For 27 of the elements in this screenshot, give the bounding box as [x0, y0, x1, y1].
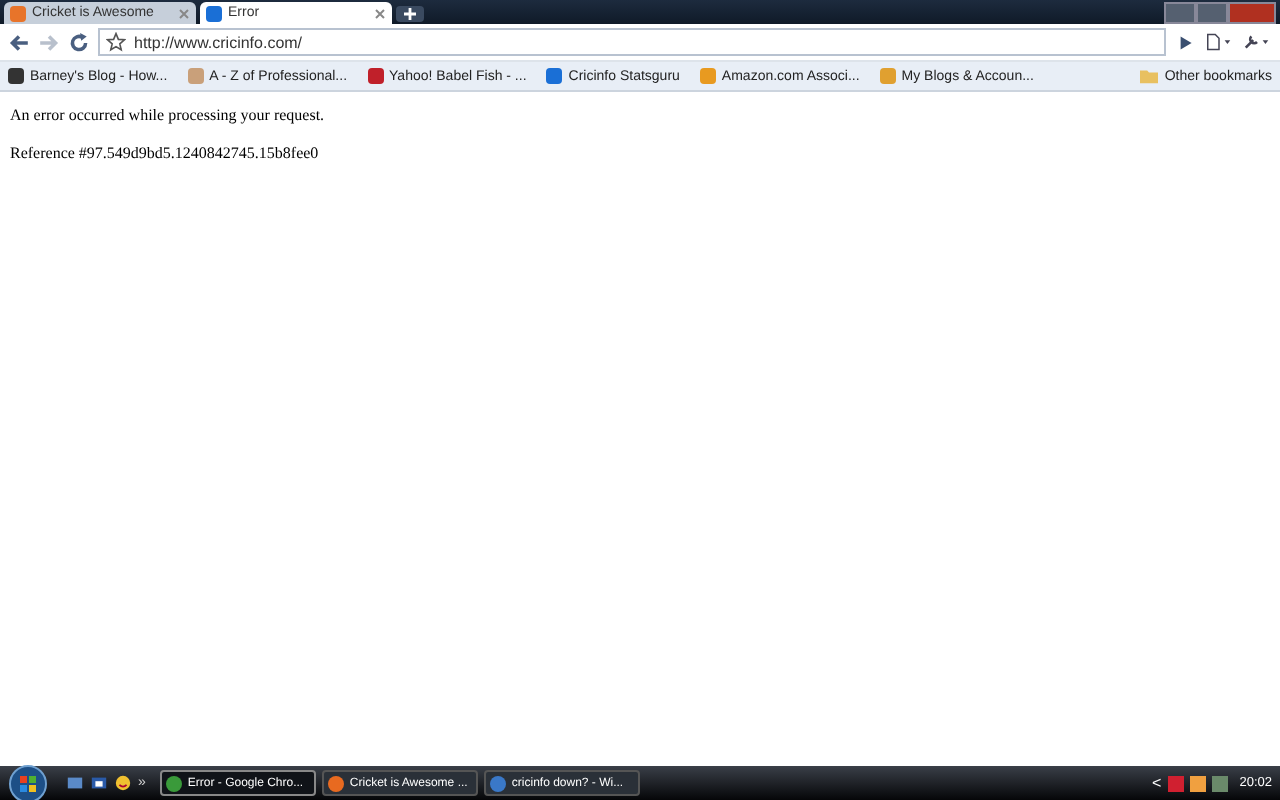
- favicon-icon: [8, 68, 24, 84]
- new-tab-button[interactable]: [396, 6, 424, 22]
- address-field[interactable]: http://www.cricinfo.com/: [98, 28, 1166, 56]
- favicon-icon: [367, 68, 384, 84]
- page-menu-icon[interactable]: [1204, 32, 1234, 52]
- favicon-icon: [699, 68, 716, 84]
- back-icon[interactable]: [8, 31, 30, 53]
- windows-icon[interactable]: [90, 774, 108, 792]
- favicon-icon: [206, 5, 222, 21]
- desktop-icon[interactable]: [66, 774, 84, 792]
- app-icon: [327, 775, 344, 791]
- app-icon: [489, 775, 506, 791]
- close-icon[interactable]: [374, 7, 386, 19]
- tray-arrow[interactable]: <: [1152, 774, 1162, 792]
- app-icon: [165, 775, 182, 791]
- favicon-icon: [546, 68, 563, 84]
- star-icon[interactable]: [106, 32, 126, 52]
- page-text: An error occurred while processing your request.: [10, 106, 327, 124]
- favicon-icon: [879, 68, 896, 84]
- start-button[interactable]: [8, 763, 48, 800]
- reload-icon[interactable]: [68, 31, 90, 53]
- folder-icon: [1140, 68, 1159, 84]
- smiley-icon[interactable]: [114, 774, 132, 792]
- page-text: Reference #97.549d9bd5.1240842745.15b8fee0: [10, 144, 321, 162]
- favicon-icon: [187, 68, 204, 84]
- favicon-icon: [10, 5, 26, 21]
- wrench-icon[interactable]: [1242, 32, 1272, 52]
